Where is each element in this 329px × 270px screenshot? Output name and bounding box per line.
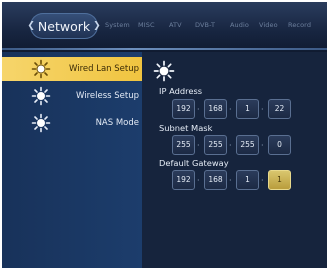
menu-item-wireless-setup[interactable]: Wireless Setup bbox=[2, 84, 142, 108]
ip-address-octet-2[interactable]: 168 bbox=[204, 99, 227, 119]
octet-separator: · bbox=[261, 141, 264, 150]
menu-item-label: Wireless Setup bbox=[75, 91, 139, 101]
nav-tab-record[interactable]: Record bbox=[288, 21, 311, 29]
octet-separator: · bbox=[197, 105, 200, 114]
menu-item-nas-mode[interactable]: NAS Mode bbox=[2, 111, 142, 135]
chevron-left-icon[interactable]: ❮ bbox=[27, 21, 35, 31]
default-gateway-label: Default Gateway bbox=[159, 158, 229, 168]
wired-lan-settings-panel: IP Address 192 · 168 · 1 · 22 Subnet Mas… bbox=[142, 52, 327, 268]
nav-current-section[interactable]: ❮ Network ❯ bbox=[27, 13, 101, 39]
octet-separator: · bbox=[261, 176, 264, 185]
chevron-right-icon[interactable]: ❯ bbox=[93, 21, 101, 31]
nav-current-label: Network bbox=[37, 18, 91, 34]
octet-separator: · bbox=[197, 141, 200, 150]
settings-sun-icon bbox=[31, 59, 51, 79]
subnet-mask-octet-1[interactable]: 255 bbox=[172, 135, 195, 155]
nav-divider bbox=[2, 48, 327, 50]
octet-separator: · bbox=[229, 176, 232, 185]
default-gateway-octet-2[interactable]: 168 bbox=[204, 170, 227, 190]
octet-separator: · bbox=[197, 176, 200, 185]
ip-address-octet-3[interactable]: 1 bbox=[236, 99, 259, 119]
default-gateway-octet-3[interactable]: 1 bbox=[236, 170, 259, 190]
ip-address-octet-4[interactable]: 22 bbox=[268, 99, 291, 119]
default-gateway-octet-4[interactable]: 1 bbox=[268, 170, 291, 190]
ip-address-label: IP Address bbox=[159, 86, 203, 96]
subnet-mask-octet-2[interactable]: 255 bbox=[204, 135, 227, 155]
nav-tab-atv[interactable]: ATV bbox=[169, 21, 182, 29]
octet-separator: · bbox=[261, 105, 264, 114]
settings-menu: Wired Lan Setup Wireless Setup NAS Mode bbox=[2, 52, 142, 268]
tv-settings-screen: ❮ Network ❯ System MISC ATV DVB-T Audio … bbox=[2, 2, 327, 268]
nav-tab-audio[interactable]: Audio bbox=[230, 21, 249, 29]
octet-separator: · bbox=[229, 141, 232, 150]
menu-item-label: NAS Mode bbox=[95, 118, 139, 128]
top-nav-bar: ❮ Network ❯ System MISC ATV DVB-T Audio … bbox=[2, 2, 327, 52]
nav-tab-system[interactable]: System bbox=[105, 21, 130, 29]
settings-sun-icon bbox=[31, 86, 51, 106]
menu-item-label: Wired Lan Setup bbox=[69, 64, 139, 74]
subnet-mask-octet-4[interactable]: 0 bbox=[268, 135, 291, 155]
octet-separator: · bbox=[229, 105, 232, 114]
settings-sun-icon bbox=[153, 60, 175, 82]
menu-item-wired-lan-setup[interactable]: Wired Lan Setup bbox=[2, 57, 142, 81]
nav-tab-video[interactable]: Video bbox=[259, 21, 278, 29]
nav-tab-misc[interactable]: MISC bbox=[138, 21, 155, 29]
subnet-mask-octet-3[interactable]: 255 bbox=[236, 135, 259, 155]
nav-tab-dvbt[interactable]: DVB-T bbox=[195, 21, 215, 29]
settings-sun-icon bbox=[31, 113, 51, 133]
subnet-mask-label: Subnet Mask bbox=[159, 123, 213, 133]
ip-address-octet-1[interactable]: 192 bbox=[172, 99, 195, 119]
default-gateway-octet-1[interactable]: 192 bbox=[172, 170, 195, 190]
